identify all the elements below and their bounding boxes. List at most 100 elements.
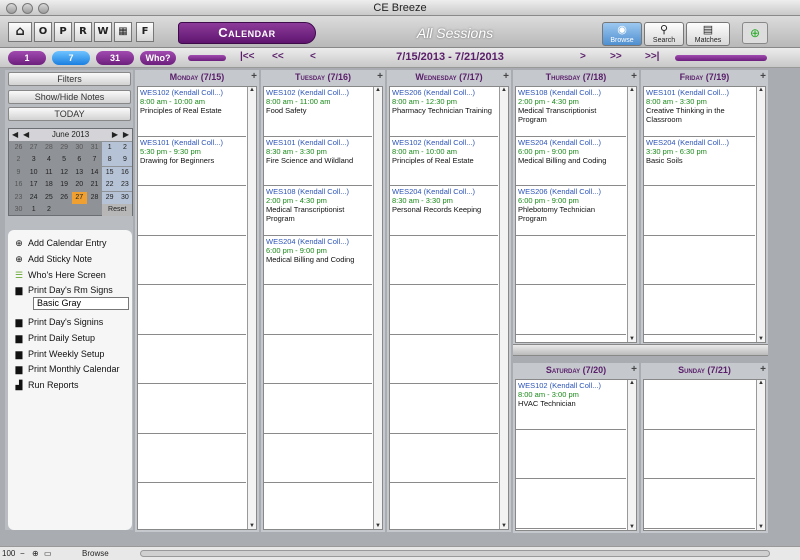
mini-calendar-day[interactable]: 27 — [71, 191, 87, 204]
calendar-slot[interactable] — [264, 335, 372, 384]
calendar-slot[interactable] — [644, 186, 755, 236]
zoom-window-button[interactable] — [38, 3, 49, 14]
mini-calendar-day[interactable] — [57, 204, 72, 216]
mini-calendar-day[interactable]: 29 — [102, 191, 118, 204]
month-view-button[interactable]: 31 — [96, 51, 134, 65]
calendar-event[interactable]: WES108 (Kendall Coll...) 2:00 pm - 4:30 p… — [264, 186, 372, 224]
mini-calendar-day[interactable]: 31 — [87, 142, 102, 154]
grid-button[interactable]: ▦ — [114, 22, 132, 42]
layout-toggle-icon[interactable]: ▭ — [44, 547, 52, 560]
mini-calendar-day[interactable]: 20 — [72, 179, 87, 191]
mini-calendar-day[interactable]: 16 — [117, 166, 133, 179]
mini-calendar-day[interactable]: 26 — [11, 142, 26, 154]
mini-calendar-day[interactable]: 5 — [57, 154, 72, 166]
calendar-slot[interactable]: WES102 (Kendall Coll...) 8:00 am - 3:00 p… — [516, 380, 626, 430]
print-weekly-setup-action[interactable]: ▆ Print Weekly Setup — [14, 349, 105, 360]
calendar-tab[interactable]: Calendar — [178, 22, 316, 44]
mini-calendar-day[interactable]: 30 — [11, 204, 26, 216]
mini-calendar-day[interactable]: 29 — [57, 142, 72, 154]
day-header[interactable]: Friday (7/19) + — [641, 70, 768, 84]
mini-calendar-day[interactable]: 30 — [117, 191, 133, 204]
mini-calendar-day[interactable]: 7 — [87, 154, 102, 166]
calendar-slot[interactable] — [644, 479, 755, 529]
add-entry-icon[interactable]: + — [631, 363, 637, 377]
calendar-slot[interactable]: WES206 (Kendall Coll...) 8:00 am - 12:30 … — [390, 87, 498, 137]
mini-calendar-day[interactable]: 4 — [41, 154, 56, 166]
day-header[interactable]: Sunday (7/21) + — [641, 363, 768, 377]
scroll-up-icon[interactable]: ▲ — [500, 87, 508, 93]
scroll-up-icon[interactable]: ▲ — [628, 380, 636, 386]
mini-calendar-day[interactable]: 12 — [57, 167, 72, 179]
calendar-slot[interactable] — [516, 285, 626, 335]
calendar-event[interactable]: WES102 (Kendall Coll...) 8:00 am - 10:00 … — [138, 87, 246, 116]
mini-calendar-day[interactable]: 11 — [41, 167, 56, 179]
calendar-slot[interactable] — [644, 430, 755, 479]
calendar-slot[interactable] — [138, 483, 246, 529]
calendar-slot[interactable] — [138, 285, 246, 335]
calendar-slot[interactable]: WES102 (Kendall Coll...) 8:00 am - 11:00 … — [264, 87, 372, 137]
mini-calendar-day[interactable]: 17 — [26, 179, 41, 191]
calendar-slot[interactable] — [264, 384, 372, 434]
scroll-down-icon[interactable]: ▼ — [374, 523, 382, 529]
mini-calendar-day[interactable]: 25 — [41, 192, 56, 204]
scroll-down-icon[interactable]: ▼ — [500, 523, 508, 529]
scroll-up-icon[interactable]: ▲ — [757, 380, 765, 386]
add-calendar-entry-action[interactable]: ⊕ Add Calendar Entry — [14, 238, 106, 249]
calendar-event[interactable]: WES102 (Kendall Coll...) 8:00 am - 11:00 … — [264, 87, 372, 116]
calendar-slot[interactable]: WES101 (Kendall Coll...) 8:30 am - 3:30 p… — [264, 137, 372, 186]
filters-button[interactable]: Filters — [8, 72, 131, 86]
sign-style-select[interactable]: Basic Gray — [33, 297, 129, 310]
next-button[interactable]: > — [580, 51, 586, 62]
add-entry-icon[interactable]: + — [760, 70, 766, 84]
vertical-scrollbar[interactable]: ▲ ▼ — [373, 87, 382, 529]
vertical-scrollbar[interactable]: ▲ ▼ — [756, 380, 765, 530]
mini-calendar-day[interactable]: 2 — [117, 142, 133, 154]
add-entry-icon[interactable]: + — [251, 70, 257, 84]
vertical-scrollbar[interactable]: ▲ ▼ — [247, 87, 256, 529]
nav-o-button[interactable]: O — [34, 22, 52, 42]
add-sticky-note-action[interactable]: ⊕ Add Sticky Note — [14, 254, 92, 265]
vertical-scrollbar[interactable]: ▲ ▼ — [756, 87, 765, 342]
calendar-slot[interactable] — [644, 380, 755, 430]
print-signins-action[interactable]: ▆ Print Day's Signins — [14, 317, 104, 328]
mini-calendar-day[interactable]: 28 — [41, 142, 56, 154]
calendar-slot[interactable] — [264, 483, 372, 529]
mini-calendar-day[interactable] — [72, 204, 87, 216]
show-hide-notes-button[interactable]: Show/Hide Notes — [8, 90, 131, 104]
vertical-scrollbar[interactable]: ▲ ▼ — [499, 87, 508, 529]
purple-slider-right[interactable] — [675, 55, 767, 61]
mini-calendar-day[interactable]: 21 — [87, 179, 102, 191]
scroll-down-icon[interactable]: ▼ — [757, 524, 765, 530]
home-button[interactable]: ⌂ — [8, 22, 32, 42]
calendar-slot[interactable]: WES102 (Kendall Coll...) 8:00 am - 10:00 … — [138, 87, 246, 137]
add-entry-icon[interactable]: + — [377, 70, 383, 84]
mini-calendar-day[interactable]: 8 — [102, 154, 118, 167]
calendar-slot[interactable]: WES204 (Kendall Coll...) 6:00 pm - 9:00 p… — [264, 236, 372, 285]
mini-calendar-day[interactable]: 16 — [11, 179, 26, 191]
mini-calendar-day[interactable]: 22 — [102, 179, 118, 192]
new-window-button[interactable]: ⊕ — [742, 22, 768, 44]
horizontal-scrollbar[interactable] — [140, 550, 770, 557]
vertical-scrollbar[interactable]: ▲ ▼ — [627, 87, 636, 342]
day-view-button[interactable]: 1 — [8, 51, 46, 65]
mini-calendar-day[interactable]: 27 — [26, 142, 41, 154]
mini-calendar-day[interactable] — [87, 204, 102, 216]
calendar-slot[interactable] — [390, 483, 498, 529]
first-page-button[interactable]: |<< — [240, 51, 254, 62]
matches-button[interactable]: ▤ Matches — [686, 22, 730, 46]
mini-calendar-day[interactable]: 14 — [87, 167, 102, 179]
calendar-slot[interactable] — [264, 285, 372, 335]
mini-calendar-reset[interactable]: Reset — [102, 204, 133, 216]
calendar-event[interactable]: WES206 (Kendall Coll...) 6:00 pm - 9:00 p… — [516, 186, 626, 224]
print-daily-setup-action[interactable]: ▆ Print Daily Setup — [14, 333, 96, 344]
run-reports-action[interactable]: ▟ Run Reports — [14, 380, 79, 391]
mini-calendar-day[interactable]: 28 — [87, 192, 102, 204]
mini-calendar-day[interactable]: 23 — [117, 179, 133, 192]
mini-calendar-day[interactable]: 1 — [102, 142, 118, 154]
nav-f-button[interactable]: F — [136, 22, 154, 42]
prev-year-icon[interactable]: ◀ — [12, 129, 18, 141]
calendar-event[interactable]: WES204 (Kendall Coll...) 6:00 pm - 9:00 p… — [264, 236, 372, 265]
calendar-event[interactable]: WES204 (Kendall Coll...) 3:30 pm - 6:30 p… — [644, 137, 755, 166]
mini-calendar-day[interactable]: 30 — [72, 142, 87, 154]
calendar-slot[interactable] — [390, 335, 498, 384]
